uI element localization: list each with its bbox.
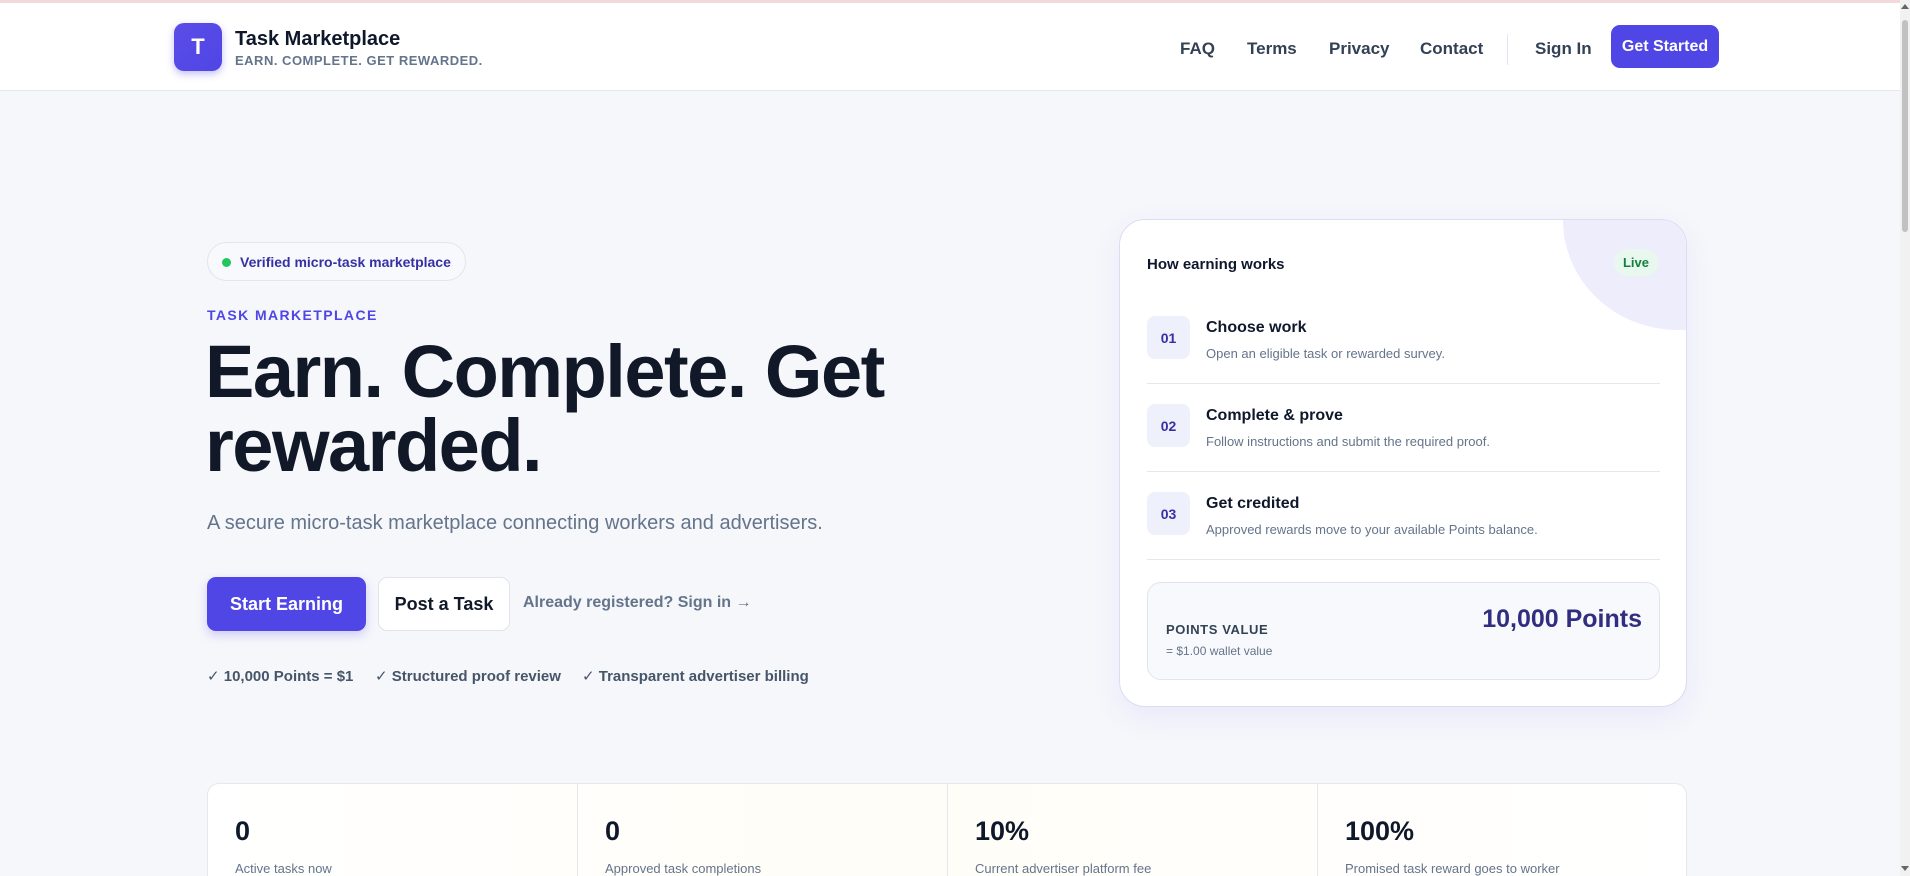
nav-divider <box>1507 34 1508 65</box>
brand-tagline: EARN. COMPLETE. GET REWARDED. <box>235 53 483 68</box>
stat-platform-fee: 10% Current advertiser platform fee <box>948 784 1318 876</box>
step-description: Follow instructions and submit the requi… <box>1206 434 1490 449</box>
nav-contact[interactable]: Contact <box>1420 39 1483 59</box>
points-value-box: POINTS VALUE = $1.00 wallet value 10,000… <box>1147 582 1660 680</box>
brand-logo[interactable]: T <box>174 23 222 71</box>
card-title: How earning works <box>1147 256 1285 273</box>
scroll-down-arrow-icon[interactable] <box>1901 866 1909 871</box>
stat-active-tasks: 0 Active tasks now <box>208 784 578 876</box>
verified-badge-label: Verified micro-task marketplace <box>240 253 451 270</box>
stat-label: Current advertiser platform fee <box>975 861 1152 876</box>
scroll-up-arrow-icon[interactable] <box>1901 4 1909 9</box>
step-title: Choose work <box>1206 319 1307 336</box>
stat-worker-reward: 100% Promised task reward goes to worker <box>1318 784 1688 876</box>
scrollbar-thumb[interactable] <box>1902 20 1908 232</box>
stat-label: Promised task reward goes to worker <box>1345 861 1560 876</box>
check-points-rate: ✓ 10,000 Points = $1 <box>207 668 354 685</box>
hero-subtitle: A secure micro-task marketplace connecti… <box>207 512 823 534</box>
points-value-label: POINTS VALUE <box>1166 622 1269 637</box>
stat-value: 0 <box>605 816 621 846</box>
post-task-button[interactable]: Post a Task <box>378 577 510 631</box>
step-item: 02 Complete & prove Follow instructions … <box>1147 404 1660 492</box>
stat-label: Approved task completions <box>605 861 762 876</box>
points-amount: 10,000 Points <box>1482 605 1642 633</box>
stat-label: Active tasks now <box>235 861 332 876</box>
stat-value: 10% <box>975 816 1030 846</box>
check-transparent-billing: ✓ Transparent advertiser billing <box>582 668 809 685</box>
step-divider <box>1147 471 1660 472</box>
check-proof-review: ✓ Structured proof review <box>375 668 561 685</box>
step-title: Get credited <box>1206 495 1300 512</box>
brand-name[interactable]: Task Marketplace <box>235 28 400 51</box>
hero-title: Earn. Complete. Get rewarded. <box>205 330 885 487</box>
nav-terms[interactable]: Terms <box>1247 39 1297 59</box>
stat-value: 100% <box>1345 816 1415 846</box>
step-description: Open an eligible task or rewarded survey… <box>1206 346 1445 361</box>
status-dot-icon <box>222 258 231 267</box>
step-item: 01 Choose work Open an eligible task or … <box>1147 316 1660 404</box>
get-started-button[interactable]: Get Started <box>1611 25 1719 68</box>
nav-faq[interactable]: FAQ <box>1180 39 1215 59</box>
step-divider <box>1147 559 1660 560</box>
how-earning-works-card: How earning works Live 01 Choose work Op… <box>1119 219 1687 707</box>
points-wallet-value: = $1.00 wallet value <box>1166 644 1273 658</box>
hero-eyebrow: TASK MARKETPLACE <box>207 307 378 323</box>
verified-badge: Verified micro-task marketplace <box>207 242 466 281</box>
step-divider <box>1147 383 1660 384</box>
step-number: 01 <box>1147 316 1190 359</box>
step-number: 02 <box>1147 404 1190 447</box>
start-earning-button[interactable]: Start Earning <box>207 577 366 631</box>
stats-strip: 0 Active tasks now 0 Approved task compl… <box>207 783 1687 876</box>
sign-in-link[interactable]: Sign In <box>1535 39 1592 59</box>
stat-approved-completions: 0 Approved task completions <box>578 784 948 876</box>
already-registered-link[interactable]: Already registered? Sign in → <box>523 594 752 612</box>
site-header: T Task Marketplace EARN. COMPLETE. GET R… <box>0 3 1900 91</box>
step-number: 03 <box>1147 492 1190 535</box>
step-title: Complete & prove <box>1206 407 1343 424</box>
step-description: Approved rewards move to your available … <box>1206 522 1538 537</box>
step-item: 03 Get credited Approved rewards move to… <box>1147 492 1660 580</box>
stat-value: 0 <box>235 816 251 846</box>
nav-privacy[interactable]: Privacy <box>1329 39 1390 59</box>
live-badge: Live <box>1614 249 1658 276</box>
